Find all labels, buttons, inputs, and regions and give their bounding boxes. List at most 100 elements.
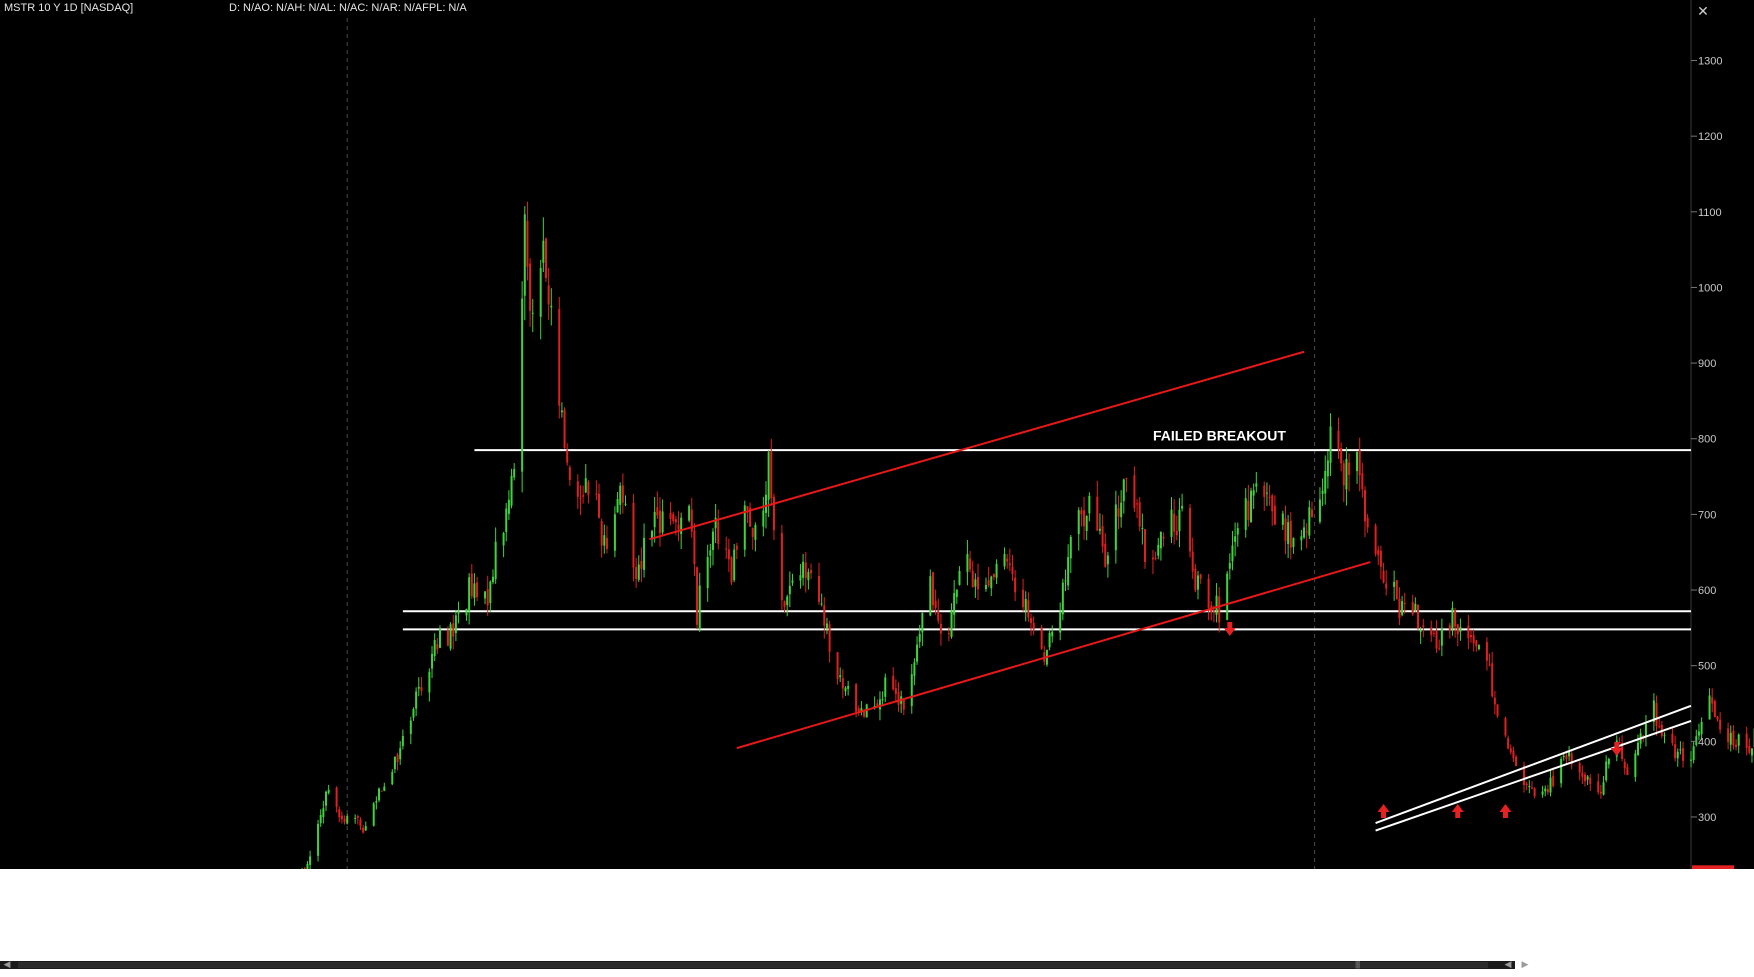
candle-body [1398,598,1401,619]
candle-body [711,531,714,550]
candle-body [1589,777,1592,784]
candle-body [764,494,767,513]
candle-body [788,585,791,595]
price-chart[interactable]: 2020 year2021 year FAILED BREAKOUT $2.06… [0,0,1754,977]
candle-body [966,553,969,572]
candle-body [1382,570,1385,583]
candle-body [847,685,850,689]
candle-body [1226,573,1229,620]
candle-body [1255,483,1258,487]
candle-body [950,610,953,637]
candle-body [1308,507,1311,536]
candle-body [696,567,699,625]
candle-body [1745,733,1748,749]
candle-body [1263,485,1266,497]
candle-body [825,623,828,630]
candle-body [364,826,367,831]
candle-body [955,589,958,597]
candle-body [1003,553,1006,567]
candle-body [1748,745,1751,753]
scrollbar-thumb[interactable] [18,962,1488,968]
candle-body [1173,513,1176,532]
candle-body [841,678,844,689]
candle-body [1271,495,1274,512]
candle-body [1051,631,1054,637]
scroll-grip-icon[interactable]: |||| [1355,960,1360,969]
candle-body [428,671,431,693]
candle-body [878,699,881,710]
candle-body [1284,518,1287,542]
candle-body [1374,525,1377,554]
candle-body [1059,612,1062,633]
candle-body [931,572,934,606]
candle-body [1207,578,1210,608]
candle-body [733,549,736,581]
candle-body [1507,738,1510,749]
candle-body [844,687,847,692]
drawing-tool-icon[interactable]: ✕ [1694,2,1712,20]
chart-area[interactable]: 2020 year2021 year FAILED BREAKOUT $2.06… [0,0,1754,977]
candle-body [584,478,587,493]
candle-body [1496,704,1499,717]
candle-body [1305,531,1308,533]
candle-body [1692,746,1695,761]
candle-body [1716,716,1719,720]
candle-body [1080,510,1083,515]
candle-body [1713,701,1716,717]
candle-body [1541,791,1544,795]
scroll-left-icon[interactable]: ◀ [2,959,12,969]
candle-body [947,633,950,635]
candle-body [624,503,627,505]
candle-body [910,674,913,706]
candle-body [600,521,603,546]
candle-body [1008,563,1011,566]
candle-body [494,541,497,580]
candle-body [1491,663,1494,697]
candle-body [1287,522,1290,544]
candle-body [473,583,476,598]
symbol-title: MSTR 10 Y 1D [NASDAQ] [4,2,134,14]
candle-body [372,803,375,826]
candle-body [1292,537,1295,548]
candle-body [1136,503,1139,505]
candle-body [828,624,831,652]
candle-body [616,499,619,513]
candle-body [1565,755,1568,759]
candle-body [1022,589,1025,608]
candle-body [531,312,534,314]
candle-body [325,791,328,806]
candle-body [613,514,616,551]
scroll-right-icon[interactable]: ▶ [1520,959,1530,969]
candle-body [977,576,980,590]
candle-body [1634,753,1637,777]
candle-body [1318,499,1321,522]
candle-body [1697,731,1700,736]
candle-body [658,510,661,534]
candle-body [1289,520,1292,548]
candle-body [1586,776,1589,780]
candle-body [1385,583,1388,589]
candle-body [1432,632,1435,634]
candle-body [1181,505,1184,509]
candle-body [1435,630,1438,649]
candle-body [770,451,773,499]
scroll-left-icon[interactable]: ◀ [1503,959,1513,969]
candle-body [637,564,640,580]
candle-body [1456,624,1459,635]
candle-body [1361,473,1364,490]
candle-body [1401,601,1404,615]
candle-body [984,584,987,590]
candle-body [1525,783,1528,786]
candle-body [799,575,802,581]
candle-body [1178,509,1181,532]
candle-body [1175,530,1178,536]
annotation-label: FAILED BREAKOUT [1153,427,1286,443]
candle-body [1695,736,1698,745]
candle-body [1114,504,1117,551]
y-axis-tick-label: 900 [1698,358,1716,370]
candle-body [354,817,357,819]
candle-body [1485,642,1488,661]
candle-body [1077,510,1080,535]
candle-body [717,521,720,544]
candle-body [1085,515,1088,531]
